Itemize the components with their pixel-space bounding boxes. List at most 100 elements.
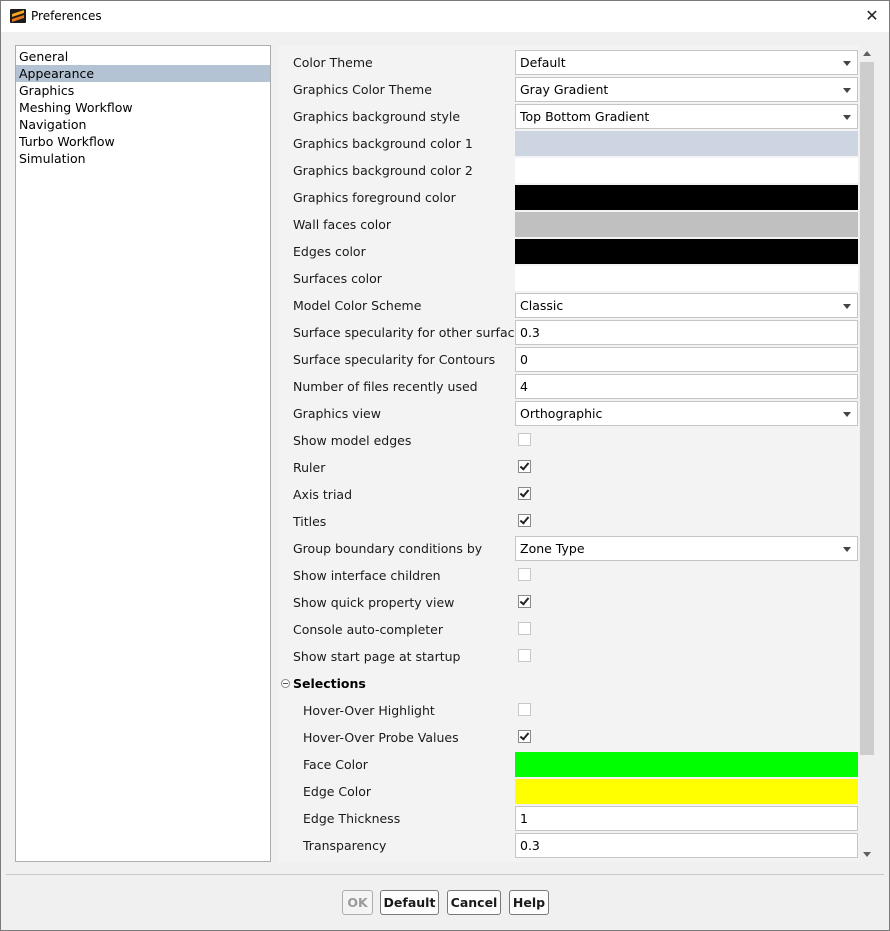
axis-triad-checkbox[interactable] xyxy=(518,487,531,500)
collapse-icon[interactable] xyxy=(281,679,290,688)
scroll-thumb[interactable] xyxy=(860,62,874,755)
hover-over-probe-values-checkbox[interactable] xyxy=(518,730,531,743)
show-model-edges-label: Show model edges xyxy=(293,433,412,448)
checkmark-icon xyxy=(519,595,530,606)
show-quick-property-view-checkbox[interactable] xyxy=(518,595,531,608)
surface-specularity-for-other-surfaces-input[interactable]: 0.3 xyxy=(515,320,858,345)
surfaces-color-swatch[interactable] xyxy=(515,266,858,291)
appearance-settings-panel: Color Theme Default Graphics Color Theme Gr… xyxy=(278,45,860,862)
number-of-files-recently-used-input[interactable]: 4 xyxy=(515,374,858,399)
graphics-view-label: Graphics view xyxy=(293,406,381,421)
graphics-background-color-1-swatch[interactable] xyxy=(515,131,858,156)
surface-specularity-for-contours-label: Surface specularity for Contours xyxy=(293,352,496,367)
footer-divider xyxy=(6,874,884,875)
checkmark-icon xyxy=(519,487,530,498)
setting-row-graphics-background-color-1: Graphics background color 1 xyxy=(278,130,860,157)
model-color-scheme-value: Classic xyxy=(520,298,564,313)
checkmark-icon xyxy=(519,730,530,741)
edge-color-swatch[interactable] xyxy=(515,779,858,804)
graphics-background-color-2-label: Graphics background color 2 xyxy=(293,163,473,178)
show-start-page-at-startup-checkbox[interactable] xyxy=(518,649,531,662)
color-theme-label: Color Theme xyxy=(293,55,373,70)
setting-row-axis-triad: Axis triad xyxy=(278,481,860,508)
category-list[interactable]: General Appearance Graphics Meshing Workflo… xyxy=(15,45,271,862)
setting-row-number-of-files-recently-used: Number of files recently used 4 xyxy=(278,373,860,400)
show-quick-property-view-label: Show quick property view xyxy=(293,595,455,610)
scroll-up-arrow-icon[interactable] xyxy=(859,45,875,61)
app-logo-icon xyxy=(10,9,26,23)
color-theme-dropdown[interactable]: Default xyxy=(515,50,858,75)
ruler-label: Ruler xyxy=(293,460,326,475)
close-button[interactable]: ✕ xyxy=(861,5,883,27)
setting-row-graphics-color-theme: Graphics Color Theme Gray Gradient xyxy=(278,76,860,103)
setting-row-graphics-background-color-2: Graphics background color 2 xyxy=(278,157,860,184)
chevron-down-icon xyxy=(843,304,851,309)
show-interface-children-checkbox[interactable] xyxy=(518,568,531,581)
ruler-checkbox[interactable] xyxy=(518,460,531,473)
title-bar[interactable]: Preferences ✕ xyxy=(1,1,889,32)
settings-scrollbar[interactable] xyxy=(859,45,875,862)
chevron-down-icon xyxy=(843,88,851,93)
graphics-background-style-value: Top Bottom Gradient xyxy=(520,109,650,124)
show-start-page-at-startup-label: Show start page at startup xyxy=(293,649,461,664)
wall-faces-color-swatch[interactable] xyxy=(515,212,858,237)
chevron-down-icon xyxy=(843,115,851,120)
model-color-scheme-dropdown[interactable]: Classic xyxy=(515,293,858,318)
setting-row-hover-over-highlight: Hover-Over Highlight xyxy=(278,697,860,724)
nav-item-general[interactable]: General xyxy=(16,48,270,65)
nav-item-appearance[interactable]: Appearance xyxy=(16,65,270,82)
group-boundary-conditions-by-value: Zone Type xyxy=(520,541,585,556)
nav-item-simulation[interactable]: Simulation xyxy=(16,150,270,167)
cancel-button[interactable]: Cancel xyxy=(447,890,501,915)
setting-row-graphics-background-style: Graphics background style Top Bottom Grad… xyxy=(278,103,860,130)
scroll-down-arrow-icon[interactable] xyxy=(859,846,875,862)
setting-row-show-interface-children: Show interface children xyxy=(278,562,860,589)
setting-row-edges-color: Edges color xyxy=(278,238,860,265)
setting-row-model-color-scheme: Model Color Scheme Classic xyxy=(278,292,860,319)
graphics-view-dropdown[interactable]: Orthographic xyxy=(515,401,858,426)
nav-item-turbo-workflow[interactable]: Turbo Workflow xyxy=(16,133,270,150)
preferences-window: Preferences ✕ General Appearance Graphics M… xyxy=(0,0,890,931)
show-interface-children-label: Show interface children xyxy=(293,568,441,583)
nav-item-navigation[interactable]: Navigation xyxy=(16,116,270,133)
hover-over-highlight-checkbox[interactable] xyxy=(518,703,531,716)
titles-checkbox[interactable] xyxy=(518,514,531,527)
show-model-edges-checkbox[interactable] xyxy=(518,433,531,446)
ok-button[interactable]: OK xyxy=(342,890,373,915)
face-color-swatch[interactable] xyxy=(515,752,858,777)
group-boundary-conditions-by-dropdown[interactable]: Zone Type xyxy=(515,536,858,561)
graphics-foreground-color-label: Graphics foreground color xyxy=(293,190,456,205)
nav-item-meshing-workflow[interactable]: Meshing Workflow xyxy=(16,99,270,116)
surface-specularity-for-contours-input[interactable]: 0 xyxy=(515,347,858,372)
edge-thickness-input[interactable]: 1 xyxy=(515,806,858,831)
chevron-down-icon xyxy=(843,547,851,552)
selections-section-header[interactable]: Selections xyxy=(278,670,860,697)
setting-row-ruler: Ruler xyxy=(278,454,860,481)
graphics-color-theme-dropdown[interactable]: Gray Gradient xyxy=(515,77,858,102)
graphics-background-style-label: Graphics background style xyxy=(293,109,461,124)
graphics-background-color-2-swatch[interactable] xyxy=(515,158,858,183)
nav-item-graphics[interactable]: Graphics xyxy=(16,82,270,99)
setting-row-surface-specularity-for-other-surfaces: Surface specularity for other surfaces 0.… xyxy=(278,319,860,346)
setting-row-transparency: Transparency 0.3 xyxy=(278,832,860,859)
graphics-background-style-dropdown[interactable]: Top Bottom Gradient xyxy=(515,104,858,129)
number-of-files-recently-used-label: Number of files recently used xyxy=(293,379,478,394)
surface-specularity-for-other-surfaces-label: Surface specularity for other surfaces xyxy=(293,325,529,340)
hover-over-highlight-label: Hover-Over Highlight xyxy=(303,703,435,718)
setting-row-show-model-edges: Show model edges xyxy=(278,427,860,454)
transparency-label: Transparency xyxy=(303,838,387,853)
help-button[interactable]: Help xyxy=(509,890,549,915)
chevron-down-icon xyxy=(843,61,851,66)
checkmark-icon xyxy=(519,514,530,525)
transparency-input[interactable]: 0.3 xyxy=(515,833,858,858)
edges-color-swatch[interactable] xyxy=(515,239,858,264)
console-auto-completer-checkbox[interactable] xyxy=(518,622,531,635)
default-button[interactable]: Default xyxy=(380,890,439,915)
window-title: Preferences xyxy=(31,9,102,23)
setting-row-titles: Titles xyxy=(278,508,860,535)
setting-row-graphics-view: Graphics view Orthographic xyxy=(278,400,860,427)
graphics-foreground-color-swatch[interactable] xyxy=(515,185,858,210)
setting-row-surfaces-color: Surfaces color xyxy=(278,265,860,292)
axis-triad-label: Axis triad xyxy=(293,487,353,502)
setting-row-color-theme: Color Theme Default xyxy=(278,49,860,76)
